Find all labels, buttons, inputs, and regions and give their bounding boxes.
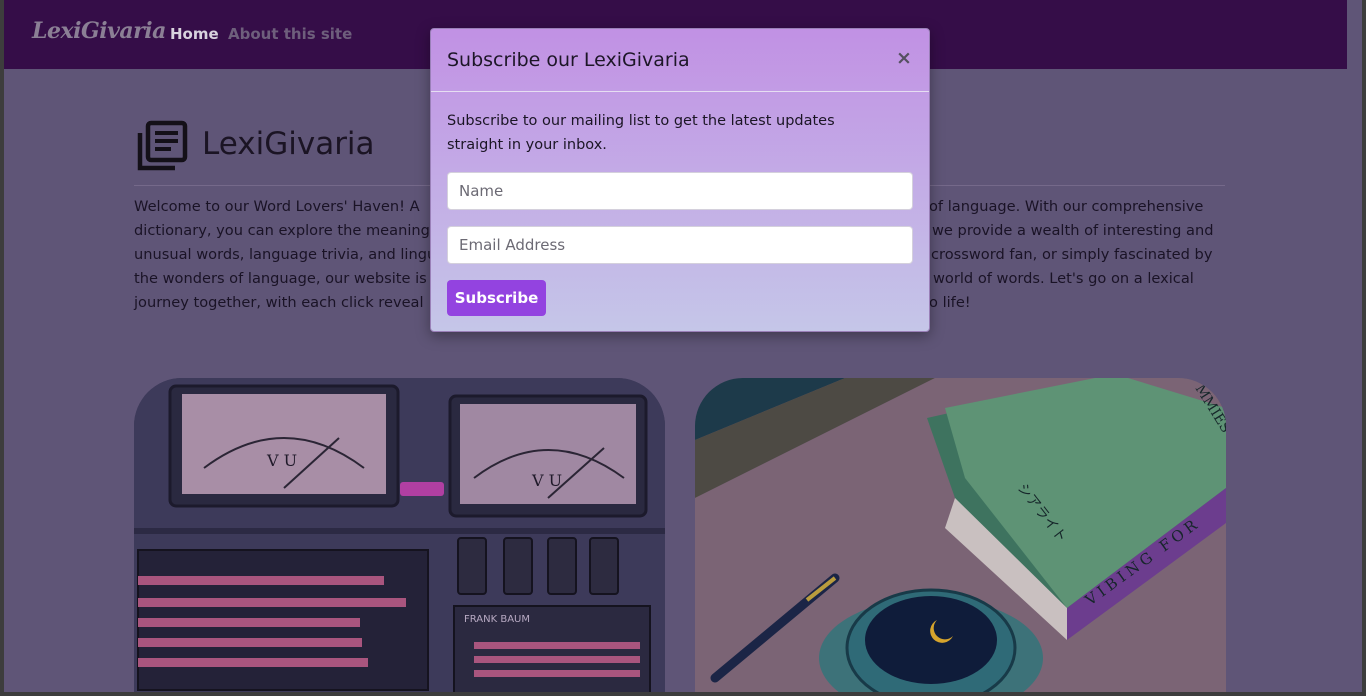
intro-line: dictionary, you can explore the meanings <box>134 222 438 239</box>
intro-line: world of words. Let's go on a lexical <box>933 270 1194 287</box>
intro-line: of language. With our comprehensive <box>929 198 1204 215</box>
books-coffee-illustration: シアライト MMIES VIBING FOR <box>695 378 1226 692</box>
subscribe-button[interactable]: Subscribe <box>447 280 546 316</box>
name-input[interactable] <box>447 172 913 210</box>
intro-line: o life! <box>929 294 971 311</box>
intro-line: unusual words, language trivia, and ling… <box>134 246 441 263</box>
nav-link-home[interactable]: Home <box>170 25 219 43</box>
modal-header: Subscribe our LexiGivaria × <box>431 29 929 92</box>
intro-line: the wonders of language, our website is <box>134 270 427 287</box>
nav-link-about[interactable]: About this site <box>228 25 352 43</box>
intro-line: we provide a wealth of interesting and <box>932 222 1214 239</box>
modal-title: Subscribe our LexiGivaria <box>447 49 690 71</box>
meter-label: V U <box>266 451 297 470</box>
subscribe-modal: Subscribe our LexiGivaria × Subscribe to… <box>430 28 930 332</box>
panel-label: FRANK BAUM <box>464 614 530 625</box>
intro-line: journey together, with each click reveal <box>134 294 424 311</box>
page-backdrop: LexiGivaria Home About this site LexiGiv… <box>0 0 1366 696</box>
library-books-icon <box>137 120 188 171</box>
audio-meters-illustration: V U V U FRANK BAUM <box>134 378 665 692</box>
modal-description: Subscribe to our mailing list to get the… <box>447 113 835 153</box>
email-input[interactable] <box>447 226 913 264</box>
brand-logo[interactable]: LexiGivaria <box>32 18 166 44</box>
meter-label: V U <box>531 471 562 490</box>
card-image-audio-meters[interactable]: V U V U FRANK BAUM <box>134 378 665 692</box>
page-title: LexiGivaria <box>202 126 375 162</box>
intro-line: Welcome to our Word Lovers' Haven! A <box>134 198 420 215</box>
card-image-books-coffee[interactable]: シアライト MMIES VIBING FOR <box>695 378 1226 692</box>
close-icon[interactable]: × <box>893 47 915 69</box>
intro-line: crossword fan, or simply fascinated by <box>931 246 1213 263</box>
